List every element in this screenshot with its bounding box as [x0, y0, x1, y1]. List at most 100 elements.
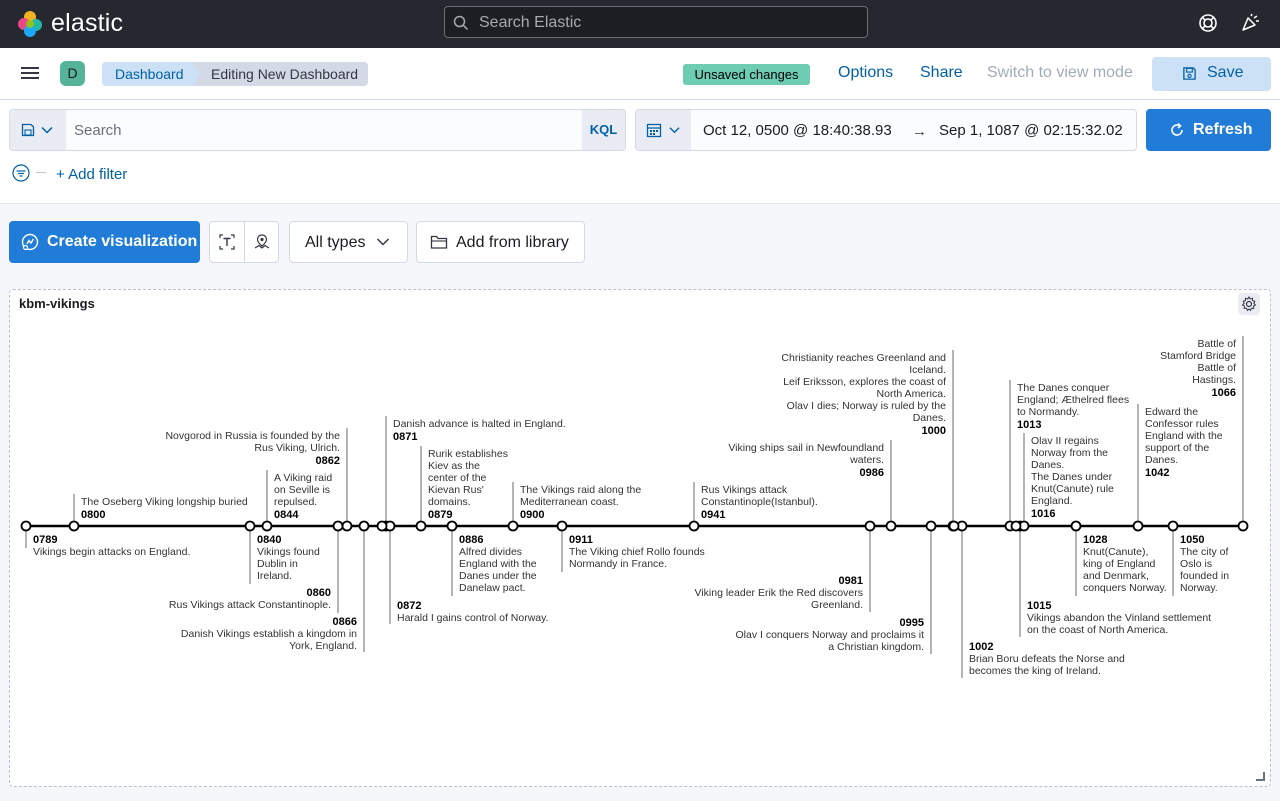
event-marker[interactable]	[1237, 520, 1249, 532]
event-year: 0800	[81, 509, 105, 521]
event-description: on Seville is	[274, 484, 330, 496]
event-description: The Danes under	[1031, 471, 1113, 483]
quick-select-button[interactable]	[636, 110, 691, 150]
event-marker[interactable]	[864, 520, 876, 532]
event-marker[interactable]	[688, 520, 700, 532]
end-date[interactable]: Sep 1, 1087 @ 02:15:32.02	[939, 122, 1123, 139]
event-year: 1028	[1083, 534, 1107, 546]
event-year: 0871	[393, 431, 417, 443]
date-picker[interactable]: Oct 12, 0500 @ 18:40:38.93 → Sep 1, 1087…	[635, 109, 1137, 151]
start-date[interactable]: Oct 12, 0500 @ 18:40:38.93	[703, 122, 892, 139]
event-marker[interactable]	[244, 520, 256, 532]
newsfeed-icon[interactable]	[1239, 12, 1261, 34]
event-description: on the coast of North America.	[1027, 624, 1168, 636]
event-description: king of England	[1083, 558, 1156, 570]
event-description: Danes.	[1031, 459, 1064, 471]
search-icon	[453, 15, 469, 31]
event-description: Dublin in	[257, 558, 298, 570]
event-year: 1016	[1031, 508, 1055, 520]
global-search-input[interactable]	[477, 7, 861, 39]
event-description: waters.	[849, 454, 884, 466]
share-link[interactable]: Share	[920, 64, 963, 82]
event-marker[interactable]	[358, 520, 370, 532]
event-description: Kiev as the	[428, 460, 480, 472]
space-avatar[interactable]: D	[60, 61, 85, 86]
folder-icon	[430, 235, 448, 249]
event-year: 0860	[307, 587, 331, 599]
event-description: Kievan Rus'	[428, 484, 484, 496]
event-description: Danes.	[1145, 454, 1178, 466]
event-marker[interactable]	[885, 520, 897, 532]
event-marker[interactable]	[376, 520, 388, 532]
global-search[interactable]	[444, 6, 868, 39]
event-year: 1042	[1145, 467, 1169, 479]
event-year: 0986	[860, 467, 884, 479]
event-description: Olav I conquers Norway and proclaims it	[736, 629, 925, 641]
text-panel-icon[interactable]	[218, 233, 236, 251]
event-description: England with the	[459, 558, 537, 570]
all-types-dropdown[interactable]: All types	[289, 221, 408, 263]
menu-icon[interactable]	[20, 65, 40, 81]
event-description: Edward the	[1145, 406, 1198, 418]
save-icon	[21, 123, 35, 137]
options-link[interactable]: Options	[838, 64, 893, 82]
refresh-icon	[1171, 122, 1183, 136]
event-year: 1013	[1017, 419, 1041, 431]
event-marker[interactable]	[948, 520, 960, 532]
event-year: 0911	[569, 534, 593, 546]
event-description: Alfred divides	[459, 546, 522, 558]
event-marker[interactable]	[415, 520, 427, 532]
refresh-button[interactable]: Refresh	[1146, 109, 1271, 151]
event-marker[interactable]	[1070, 520, 1082, 532]
app-navbar: D Dashboard Editing New Dashboard Unsave…	[0, 48, 1280, 100]
refresh-label: Refresh	[1193, 121, 1253, 138]
event-marker[interactable]	[20, 520, 32, 532]
event-description: Rurik establishes	[428, 448, 508, 460]
event-description: York, England.	[289, 640, 357, 652]
event-description: The Oseberg Viking longship buried	[81, 496, 248, 508]
filter-icon[interactable]	[12, 164, 30, 182]
elastic-logo-icon[interactable]	[16, 10, 44, 38]
create-visualization-button[interactable]: Create visualization	[9, 221, 200, 263]
event-description: Norway from the	[1031, 447, 1108, 459]
event-description: a Christian kingdom.	[828, 641, 924, 653]
event-marker[interactable]	[1010, 520, 1022, 532]
visualize-icon	[21, 233, 39, 251]
event-description: Constantinople(Istanbul).	[701, 496, 818, 508]
event-description: Mediterranean coast.	[520, 496, 619, 508]
event-description: Danish Vikings establish a kingdom in	[181, 628, 357, 640]
add-from-library-button[interactable]: Add from library	[416, 221, 585, 263]
query-input[interactable]: Search KQL	[9, 109, 626, 151]
switch-to-view-mode-link[interactable]: Switch to view mode	[987, 64, 1133, 82]
saved-query-button[interactable]	[10, 110, 66, 150]
query-language-button[interactable]: KQL	[582, 110, 625, 150]
elastic-logo-text[interactable]: elastic	[51, 9, 123, 38]
event-marker[interactable]	[446, 520, 458, 532]
event-year: 0862	[316, 455, 340, 467]
event-marker[interactable]	[341, 520, 353, 532]
event-description: Vikings begin attacks on England.	[33, 546, 190, 558]
event-description: becomes the king of Ireland.	[969, 665, 1101, 677]
event-marker[interactable]	[68, 520, 80, 532]
event-year: 0789	[33, 534, 57, 546]
breadcrumb-dashboard[interactable]: Dashboard	[102, 62, 202, 86]
event-marker[interactable]	[507, 520, 519, 532]
event-year: 0840	[257, 534, 281, 546]
event-description: Greenland.	[811, 599, 863, 611]
maps-icon[interactable]	[253, 233, 271, 251]
event-marker[interactable]	[556, 520, 568, 532]
event-marker[interactable]	[925, 520, 937, 532]
event-description: Viking leader Erik the Red discovers	[695, 587, 863, 599]
event-description: Olav II regains	[1031, 435, 1099, 447]
event-marker[interactable]	[1167, 520, 1179, 532]
query-placeholder: Search	[74, 122, 122, 139]
event-description: Hastings.	[1192, 374, 1236, 386]
event-marker[interactable]	[332, 520, 344, 532]
event-marker[interactable]	[1132, 520, 1144, 532]
event-marker[interactable]	[261, 520, 273, 532]
top-header: elastic	[0, 0, 1280, 48]
save-button[interactable]: Save	[1152, 57, 1271, 91]
event-year: 0866	[333, 616, 357, 628]
help-icon[interactable]	[1197, 12, 1219, 34]
add-filter-button[interactable]: + Add filter	[56, 166, 127, 183]
